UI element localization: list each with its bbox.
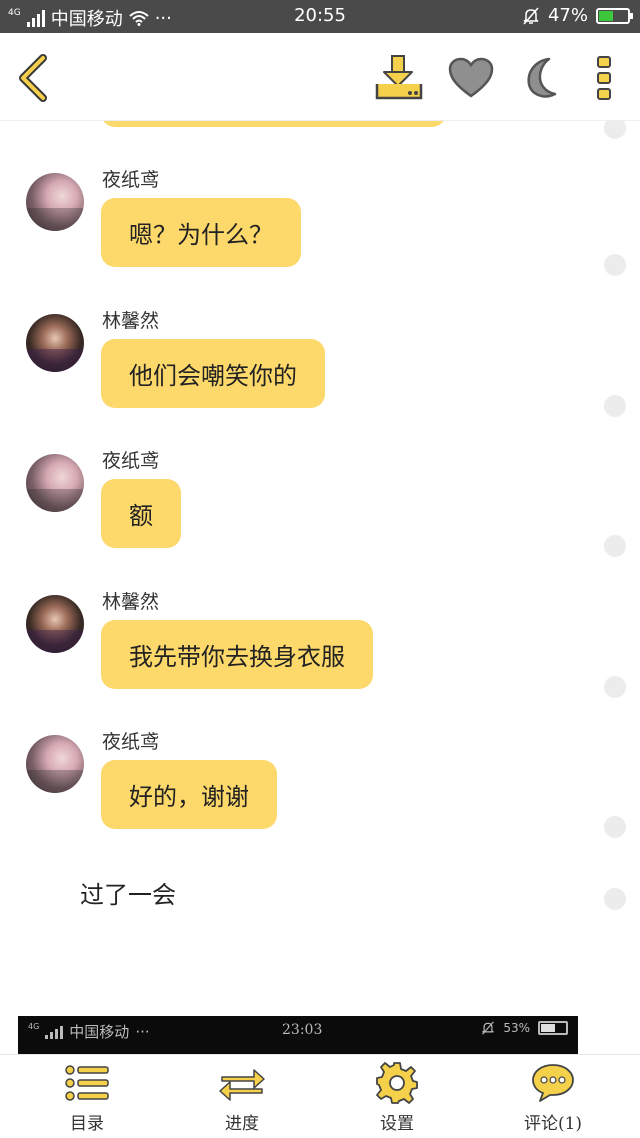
embedded-status-right: 53% [481, 1021, 568, 1035]
embedded-bell-muted-icon [482, 1021, 495, 1035]
battery-icon [596, 7, 633, 24]
avatar[interactable] [26, 454, 84, 512]
moon-icon [527, 57, 557, 98]
narration-text: 过了一会 [80, 881, 176, 909]
sender-name: 林馨然 [102, 310, 160, 332]
avatar[interactable] [26, 595, 84, 653]
embedded-status-left: 4G 中国移动 ··· [28, 1021, 150, 1042]
avatar[interactable] [26, 173, 84, 231]
embedded-carrier: 中国移动 [69, 1023, 130, 1041]
avatar[interactable] [26, 314, 84, 372]
reader-toolbar [0, 33, 640, 121]
paragraph-comment-dot[interactable] [604, 816, 626, 838]
nav-label: 评论(1) [523, 1114, 583, 1134]
paragraph-comment-dot[interactable] [604, 676, 626, 698]
nav-comments[interactable]: 评论(1) [498, 1061, 608, 1135]
sender-name: 夜纸鸢 [102, 169, 160, 191]
more-vertical-icon [597, 56, 611, 100]
paragraph-comment-dot[interactable] [604, 254, 626, 276]
previous-bubble-edge [101, 121, 446, 127]
download-icon [375, 55, 423, 100]
avatar[interactable] [26, 735, 84, 793]
chat-content: 夜纸鸢 嗯？为什么？ 林馨然 他们会嘲笑你的 夜纸鸢 额 林馨然 我先带你去换身… [0, 121, 640, 1016]
embedded-battery-fill [541, 1024, 555, 1032]
message-bubble: 我先带你去换身衣服 [101, 620, 373, 689]
back-button[interactable] [8, 53, 58, 103]
embedded-time: 23:03 [282, 1022, 323, 1038]
paragraph-comment-dot[interactable] [604, 888, 626, 910]
paragraph-comment-dot[interactable] [604, 535, 626, 557]
nav-progress[interactable]: 进度 [187, 1061, 297, 1135]
message-bubble: 他们会嘲笑你的 [101, 339, 325, 408]
status-bar: 4G 中国移动 ··· 20:55 47% [0, 0, 640, 33]
paragraph-comment-dot[interactable] [604, 395, 626, 417]
message-bubble: 额 [101, 479, 181, 548]
download-button[interactable] [374, 53, 424, 103]
battery-percent: 47% [547, 5, 588, 26]
list-icon [63, 1061, 111, 1105]
sender-name: 夜纸鸢 [102, 450, 160, 472]
heart-icon [448, 57, 494, 98]
comment-icon [529, 1061, 577, 1105]
night-mode-button[interactable] [518, 53, 568, 103]
gear-icon [373, 1061, 421, 1105]
swap-arrows-icon [218, 1061, 266, 1105]
bell-muted-icon [523, 7, 539, 24]
embedded-screenshot: 4G 中国移动 ··· 23:03 53% [18, 1016, 578, 1054]
embedded-battery-percent: 53% [503, 1021, 530, 1035]
favorite-button[interactable] [446, 53, 496, 103]
nav-label: 进度 [225, 1114, 259, 1134]
battery-fill [599, 10, 614, 21]
embedded-status-more: ··· [135, 1022, 150, 1041]
paragraph-comment-dot[interactable] [604, 121, 626, 139]
nav-label: 目录 [70, 1114, 104, 1134]
nav-settings[interactable]: 设置 [342, 1061, 452, 1135]
message-bubble: 好的，谢谢 [101, 760, 277, 829]
message-bubble: 嗯？为什么？ [101, 198, 301, 267]
embedded-signal-icon [45, 1025, 64, 1039]
more-button[interactable] [580, 53, 628, 103]
embedded-network-type: 4G [28, 1022, 40, 1031]
embedded-battery-icon [538, 1021, 568, 1035]
bottom-nav: 目录 进度 设置 评论(1) [0, 1054, 640, 1138]
sender-name: 林馨然 [102, 591, 160, 613]
sender-name: 夜纸鸢 [102, 731, 160, 753]
chevron-left-icon [19, 54, 47, 102]
nav-label: 设置 [380, 1114, 414, 1134]
status-right: 47% [522, 5, 633, 26]
nav-catalog[interactable]: 目录 [32, 1061, 142, 1135]
